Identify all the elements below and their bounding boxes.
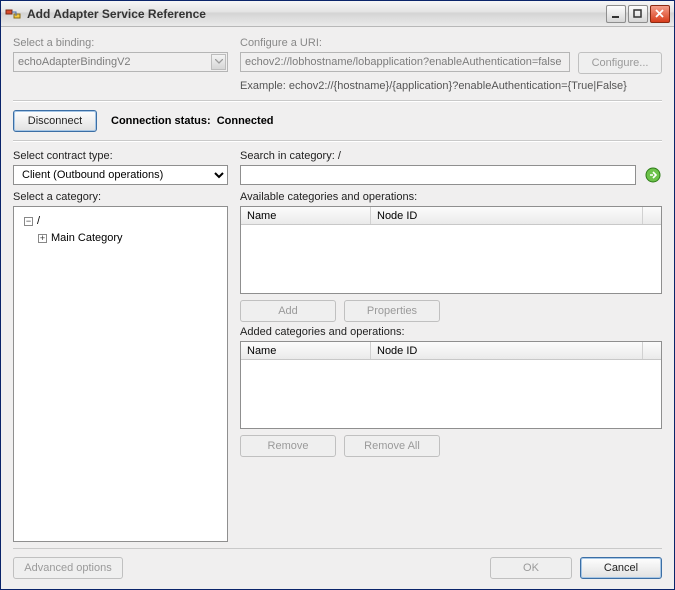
added-label: Added categories and operations: <box>240 326 662 338</box>
add-button[interactable]: Add <box>240 300 336 322</box>
contract-select[interactable]: Client (Outbound operations) <box>13 165 228 185</box>
status-value: Connected <box>217 115 274 127</box>
chevron-down-icon[interactable] <box>211 54 226 70</box>
col-spacer <box>643 342 661 359</box>
footer: Advanced options OK Cancel <box>13 548 662 579</box>
uri-field[interactable] <box>240 52 570 72</box>
advanced-options-button[interactable]: Advanced options <box>13 557 123 579</box>
disconnect-button[interactable]: Disconnect <box>13 110 97 132</box>
main-row: Select a category: −/ + Main Category <box>13 191 662 542</box>
window-controls <box>606 5 670 23</box>
search-input[interactable] <box>240 165 636 185</box>
category-label: Select a category: <box>13 191 228 203</box>
expand-icon[interactable]: + <box>38 234 47 243</box>
available-header: Name Node ID <box>241 207 661 225</box>
remove-all-button[interactable]: Remove All <box>344 435 440 457</box>
contract-search-row: Select contract type: Client (Outbound o… <box>13 150 662 185</box>
col-nodeid[interactable]: Node ID <box>371 207 643 224</box>
search-go-button[interactable] <box>644 166 662 184</box>
configure-button[interactable]: Configure... <box>578 52 662 74</box>
status-label: Connection status: <box>111 115 211 127</box>
available-buttons: Add Properties <box>240 300 662 322</box>
top-row: Select a binding: Configure a URI: Confi… <box>13 37 662 92</box>
connection-row: Disconnect Connection status: Connected <box>13 110 662 132</box>
search-label: Search in category: / <box>240 150 662 162</box>
titlebar: Add Adapter Service Reference <box>1 1 674 27</box>
added-header: Name Node ID <box>241 342 661 360</box>
remove-button[interactable]: Remove <box>240 435 336 457</box>
minimize-button[interactable] <box>606 5 626 23</box>
collapse-icon[interactable]: − <box>24 217 33 226</box>
binding-label: Select a binding: <box>13 37 228 49</box>
available-listview[interactable]: Name Node ID <box>240 206 662 294</box>
cancel-button[interactable]: Cancel <box>580 557 662 579</box>
tree-root[interactable]: −/ + Main Category <box>24 213 221 247</box>
category-tree[interactable]: −/ + Main Category <box>13 206 228 542</box>
uri-example: Example: echov2://{hostname}/{applicatio… <box>240 80 662 92</box>
available-label: Available categories and operations: <box>240 191 662 203</box>
tree-item-label: Main Category <box>51 232 123 244</box>
window-title: Add Adapter Service Reference <box>27 7 606 21</box>
properties-button[interactable]: Properties <box>344 300 440 322</box>
ok-button[interactable]: OK <box>490 557 572 579</box>
contract-label: Select contract type: <box>13 150 228 162</box>
divider <box>13 140 662 142</box>
tree-root-label: / <box>37 215 40 227</box>
status-text: Connection status: Connected <box>111 115 274 127</box>
close-button[interactable] <box>650 5 670 23</box>
tree-item-main-category[interactable]: + Main Category <box>38 230 221 247</box>
maximize-button[interactable] <box>628 5 648 23</box>
added-buttons: Remove Remove All <box>240 435 662 457</box>
dialog-window: Add Adapter Service Reference Select a b… <box>0 0 675 590</box>
added-listview[interactable]: Name Node ID <box>240 341 662 429</box>
col-spacer <box>643 207 661 224</box>
dialog-content: Select a binding: Configure a URI: Confi… <box>1 27 674 589</box>
added-body <box>241 360 661 428</box>
col-nodeid[interactable]: Node ID <box>371 342 643 359</box>
col-name[interactable]: Name <box>241 207 371 224</box>
binding-select[interactable] <box>13 52 228 72</box>
divider <box>13 100 662 102</box>
app-icon <box>5 6 21 22</box>
uri-label: Configure a URI: <box>240 37 662 49</box>
available-body <box>241 225 661 293</box>
col-name[interactable]: Name <box>241 342 371 359</box>
